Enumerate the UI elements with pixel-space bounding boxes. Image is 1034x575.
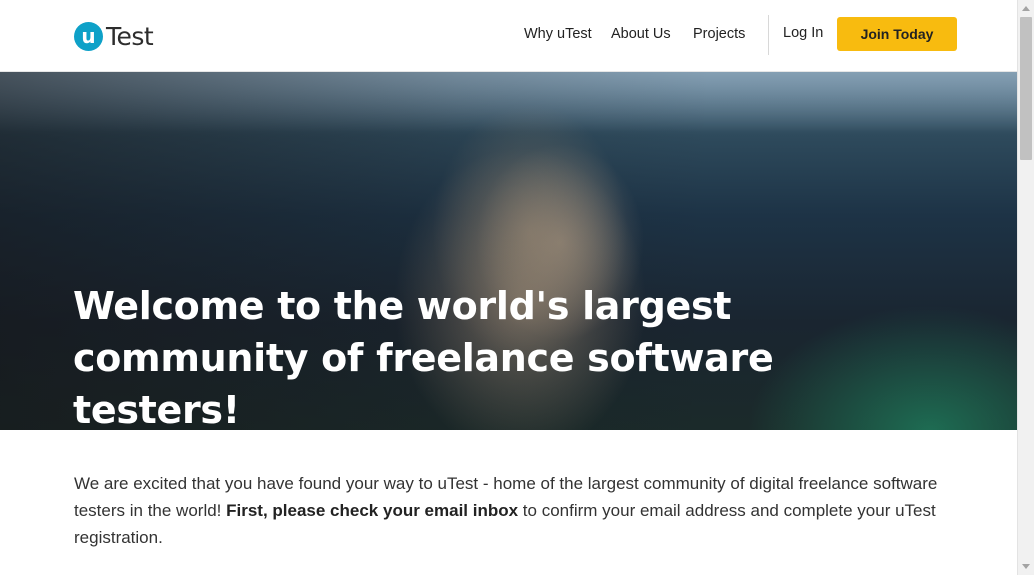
logo-badge-icon: u — [74, 21, 103, 51]
scroll-up-arrow-icon[interactable] — [1018, 0, 1034, 17]
page-scrollbar[interactable] — [1017, 0, 1034, 575]
logo-text: Test — [106, 21, 154, 51]
join-today-button[interactable]: Join Today — [837, 17, 957, 51]
nav-why-utest[interactable]: Why uTest — [524, 26, 592, 42]
nav-divider — [768, 15, 769, 55]
hero-title: Welcome to the world's largest community… — [73, 284, 774, 430]
intro-bold-text: First, please check your email inbox — [226, 501, 519, 520]
nav-about-us[interactable]: About Us — [611, 26, 671, 42]
scroll-thumb[interactable] — [1020, 17, 1032, 160]
hero-banner: Welcome to the world's largest community… — [0, 72, 1017, 430]
site-header: u Test Why uTest About Us Projects Log I… — [0, 0, 1017, 72]
nav-projects[interactable]: Projects — [693, 26, 745, 42]
scroll-down-arrow-icon[interactable] — [1018, 558, 1034, 575]
utest-logo[interactable]: u Test — [74, 20, 154, 52]
intro-paragraph: We are excited that you have found your … — [74, 470, 974, 551]
login-link[interactable]: Log In — [783, 25, 823, 41]
